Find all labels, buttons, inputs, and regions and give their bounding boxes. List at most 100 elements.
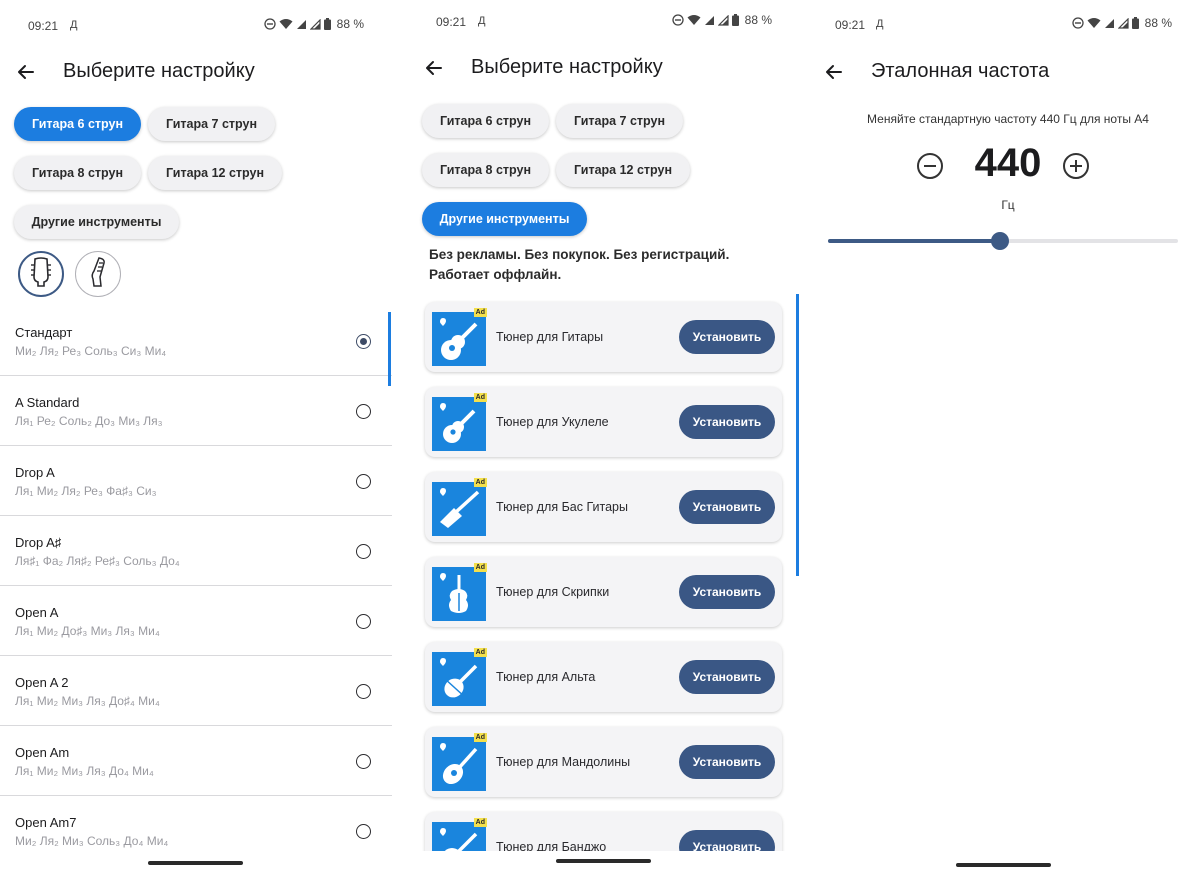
signal-icon <box>704 15 715 26</box>
app-card[interactable]: Ad Тюнер для Скрипки Установить <box>425 557 782 627</box>
headstock-3x3-icon <box>28 256 54 292</box>
app-card[interactable]: Ad Тюнер для Бас Гитары Установить <box>425 472 782 542</box>
tuning-name: Open A <box>15 605 59 620</box>
reference-frequency-screen: 09:21 Д 88 % Эталонная частота Меняйте с… <box>816 0 1200 876</box>
promo-line-1: Без рекламы. Без покупок. Без регистраци… <box>429 247 730 262</box>
ad-badge: Ad <box>473 393 487 402</box>
wifi-icon <box>1087 17 1101 29</box>
tuning-notes: Ми₂ Ля₂ Ре₃ Соль₃ Си₃ Ми₄ <box>15 344 167 358</box>
banjo-icon: Ad <box>432 818 487 851</box>
ad-badge: Ad <box>473 648 487 657</box>
violin-icon: Ad <box>432 563 487 621</box>
tuning-row[interactable]: Стандарт Ми₂ Ля₂ Ре₃ Соль₃ Си₃ Ми₄ <box>0 306 392 376</box>
frequency-description: Меняйте стандартную частоту 440 Гц для н… <box>867 112 1149 126</box>
gesture-nav-bar[interactable] <box>956 863 1051 867</box>
dnd-icon <box>1071 17 1084 29</box>
tuning-name: Стандарт <box>15 325 73 340</box>
list-scrollbar[interactable] <box>388 312 391 386</box>
chip-guitar-12[interactable]: Гитара 12 струн <box>556 153 690 187</box>
chip-guitar-7[interactable]: Гитара 7 струн <box>148 107 275 141</box>
app-name: Тюнер для Бас Гитары <box>496 500 628 514</box>
tuning-row[interactable]: Open A 2 Ля₁ Ми₂ Ми₃ Ля₃ До♯₄ Ми₄ <box>0 656 392 726</box>
plus-circle-icon <box>1062 153 1090 184</box>
headstock-inline-button[interactable] <box>75 251 121 297</box>
page-title: Выберите настройку <box>471 56 663 78</box>
chip-guitar-12[interactable]: Гитара 12 струн <box>148 156 282 190</box>
battery-icon <box>1131 17 1139 29</box>
signal-icon-2 <box>717 14 729 26</box>
battery-icon <box>323 18 331 30</box>
chip-guitar-8[interactable]: Гитара 8 струн <box>422 153 549 187</box>
wifi-icon <box>687 14 701 26</box>
headstock-inline-icon <box>85 256 111 292</box>
app-name: Тюнер для Банджо <box>496 840 607 851</box>
install-button[interactable]: Установить <box>679 490 775 524</box>
status-indicator: Д <box>478 15 486 27</box>
chip-other-instruments[interactable]: Другие инструменты <box>14 205 179 239</box>
tuning-notes: Ля₁ Ми₂ Ми₃ Ля₃ До₄ Ми₄ <box>15 764 154 778</box>
radio-unselected[interactable] <box>356 544 371 559</box>
slider-thumb[interactable] <box>990 232 1009 250</box>
tuning-name: Open Am <box>15 745 70 760</box>
promo-text: Без рекламы. Без покупок. Без регистраци… <box>429 245 729 285</box>
chip-guitar-7[interactable]: Гитара 7 струн <box>556 104 683 138</box>
install-button[interactable]: Установить <box>679 405 775 439</box>
chip-other-instruments[interactable]: Другие инструменты <box>422 202 587 236</box>
status-indicator: Д <box>70 19 78 31</box>
radio-unselected[interactable] <box>356 824 371 839</box>
install-button[interactable]: Установить <box>679 660 775 694</box>
frequency-unit: Гц <box>1001 198 1015 212</box>
tuning-row[interactable]: Open Am Ля₁ Ми₂ Ми₃ Ля₃ До₄ Ми₄ <box>0 726 392 796</box>
tuning-name: Drop A <box>15 465 55 480</box>
tuning-row[interactable]: Open Am7 Ми₂ Ля₂ Ми₃ Соль₃ До₄ Ми₄ <box>0 796 392 865</box>
back-arrow-icon[interactable] <box>822 60 846 84</box>
tuning-row[interactable]: Open A Ля₁ Ми₂ До♯₃ Ми₃ Ля₃ Ми₄ <box>0 586 392 656</box>
acoustic-guitar-icon: Ad <box>432 308 487 366</box>
battery-icon <box>731 14 739 26</box>
battery-level: 88 % <box>1144 16 1172 30</box>
radio-unselected[interactable] <box>356 754 371 769</box>
tuning-notes: Ля₁ Ре₂ Соль₂ До₃ Ми₃ Ля₃ <box>15 414 163 428</box>
radio-unselected[interactable] <box>356 614 371 629</box>
status-bar: 09:21 Д 88 % <box>816 9 1200 35</box>
wifi-icon <box>279 18 293 30</box>
tuning-name: A Standard <box>15 395 80 410</box>
radio-unselected[interactable] <box>356 474 371 489</box>
radio-unselected[interactable] <box>356 404 371 419</box>
app-bar: Выберите настройку <box>408 48 800 88</box>
install-button[interactable]: Установить <box>679 575 775 609</box>
chip-guitar-6[interactable]: Гитара 6 струн <box>422 104 549 138</box>
tuning-notes: Ля♯₁ Фа₂ Ля♯₂ Ре♯₃ Соль₃ До₄ <box>15 554 180 568</box>
increase-button[interactable] <box>1062 152 1090 180</box>
frequency-slider[interactable] <box>828 232 1178 250</box>
status-bar: 09:21 Д 88 % <box>0 10 392 36</box>
gesture-nav-bar[interactable] <box>556 859 651 863</box>
install-button[interactable]: Установить <box>679 320 775 354</box>
app-card[interactable]: Ad Тюнер для Альта Установить <box>425 642 782 712</box>
tuning-row[interactable]: A Standard Ля₁ Ре₂ Соль₂ До₃ Ми₃ Ля₃ <box>0 376 392 446</box>
bass-guitar-icon: Ad <box>432 478 487 536</box>
tuning-name: Open Am7 <box>15 815 77 830</box>
back-arrow-icon[interactable] <box>422 56 446 80</box>
app-card[interactable]: Ad Тюнер для Банджо Установить <box>425 812 782 851</box>
app-name: Тюнер для Гитары <box>496 330 604 344</box>
back-arrow-icon[interactable] <box>14 60 38 84</box>
headstock-3x3-button[interactable] <box>18 251 64 297</box>
signal-icon <box>296 19 307 30</box>
signal-icon-2 <box>309 18 321 30</box>
viola-icon: Ad <box>432 648 487 706</box>
signal-icon <box>1104 18 1115 29</box>
gesture-nav-bar[interactable] <box>148 861 243 865</box>
radio-selected[interactable] <box>356 334 371 349</box>
app-card[interactable]: Ad Тюнер для Гитары Установить <box>425 302 782 372</box>
page-title: Выберите настройку <box>63 60 255 82</box>
app-card[interactable]: Ad Тюнер для Укулеле Установить <box>425 387 782 457</box>
chip-guitar-6[interactable]: Гитара 6 струн <box>14 107 141 141</box>
radio-unselected[interactable] <box>356 684 371 699</box>
install-button[interactable]: Установить <box>679 830 775 851</box>
list-scrollbar[interactable] <box>796 294 799 576</box>
app-list-clip: Ad Тюнер для Банджо Установить <box>408 740 800 851</box>
tuning-row[interactable]: Drop A♯ Ля♯₁ Фа₂ Ля♯₂ Ре♯₃ Соль₃ До₄ <box>0 516 392 586</box>
chip-guitar-8[interactable]: Гитара 8 струн <box>14 156 141 190</box>
tuning-row[interactable]: Drop A Ля₁ Ми₂ Ля₂ Ре₃ Фа♯₃ Си₃ <box>0 446 392 516</box>
